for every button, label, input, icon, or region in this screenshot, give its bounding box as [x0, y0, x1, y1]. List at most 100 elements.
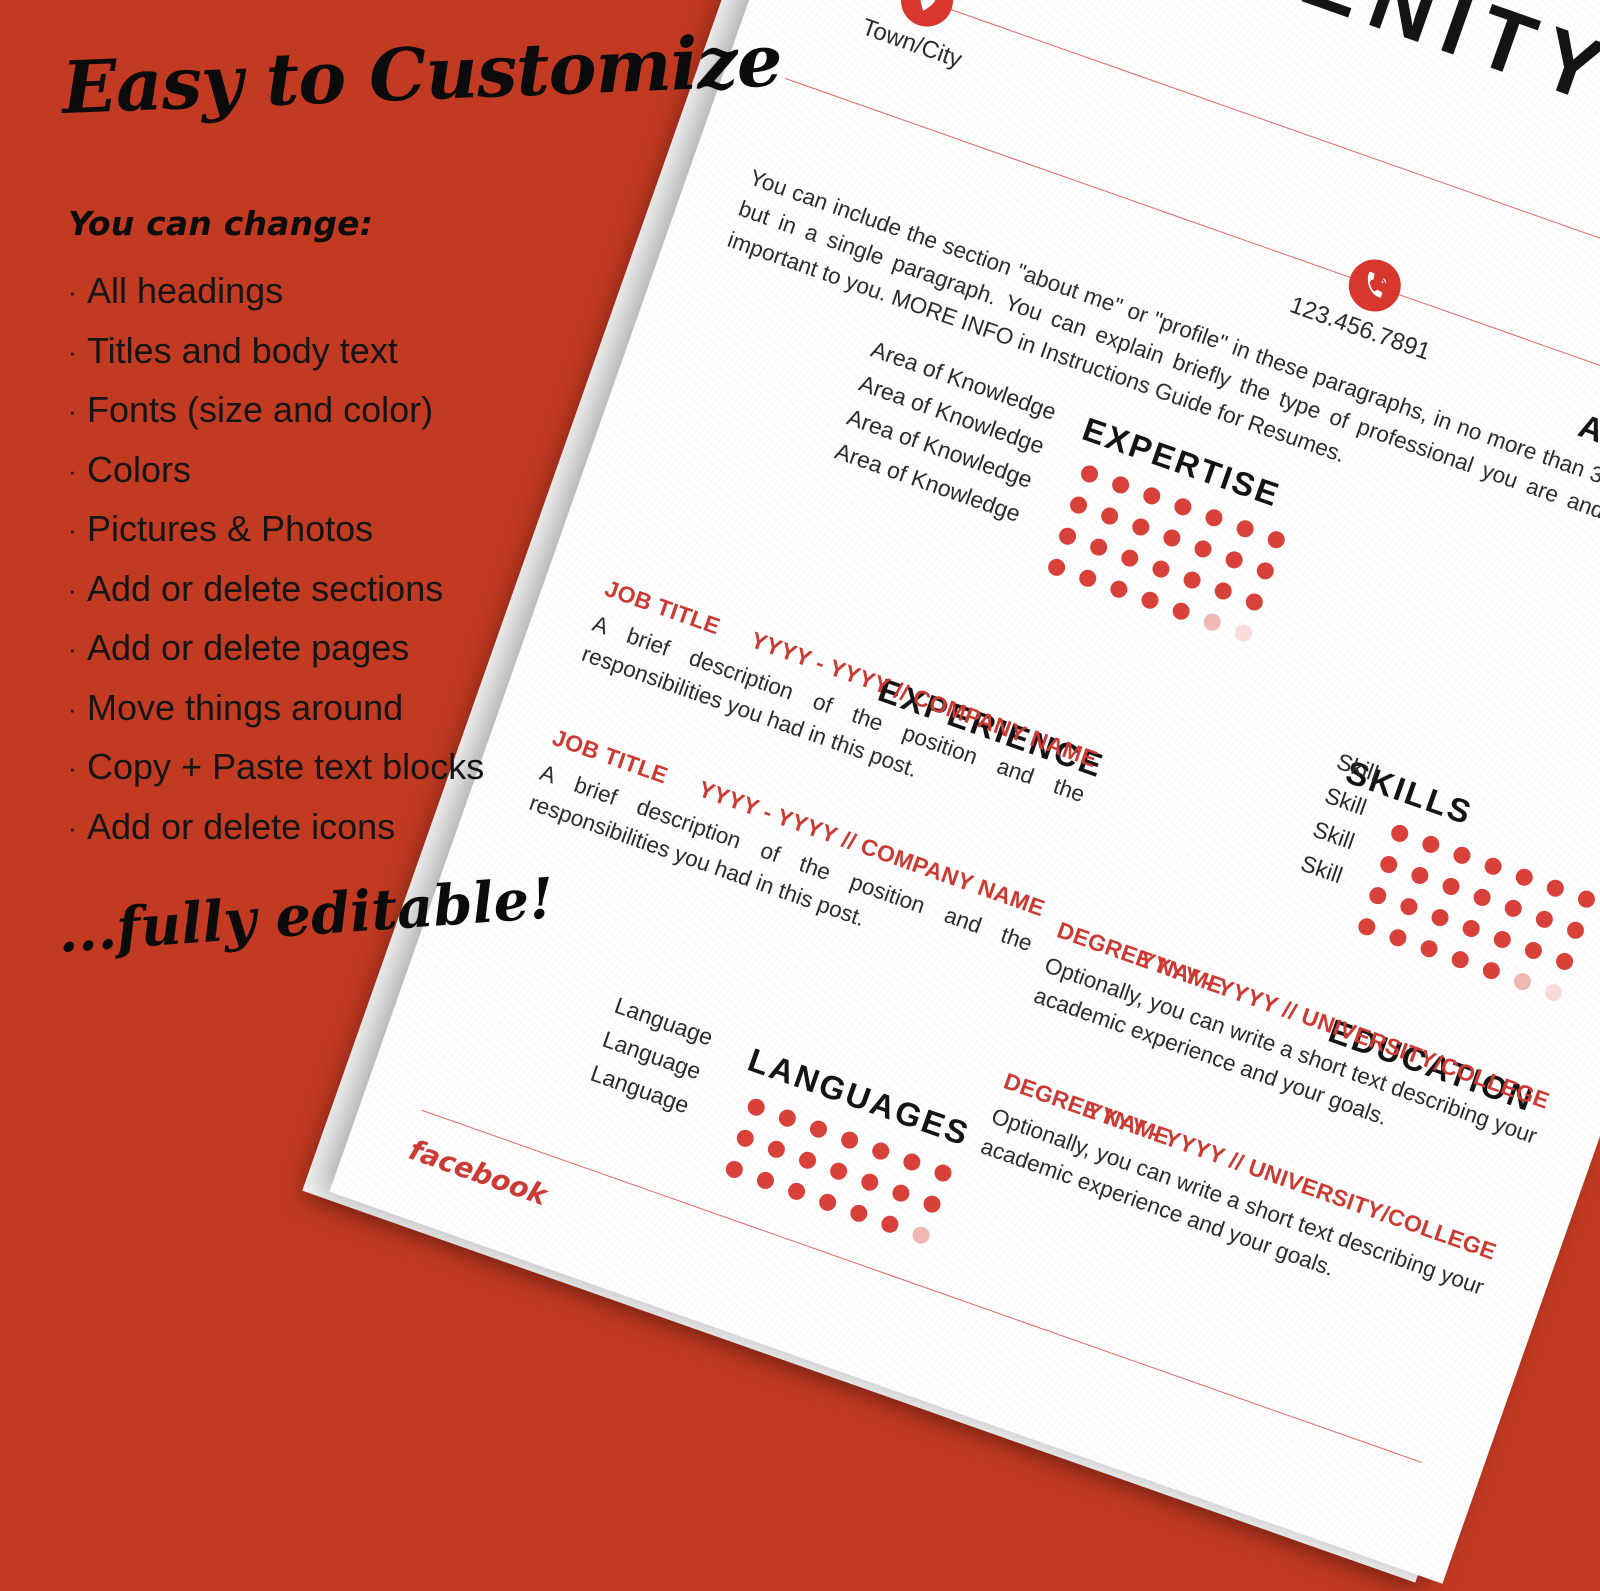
- feature-item: · Add or delete sections: [68, 560, 628, 620]
- rating-dot: [807, 1118, 830, 1140]
- bullet-icon: ·: [68, 396, 77, 426]
- bullet-icon: ·: [68, 812, 77, 843]
- feature-item: · All headings: [68, 262, 628, 322]
- promo-panel: Easy to Customize You can change: · All h…: [0, 0, 783, 1066]
- candidate-name: SERENITY FISH: [1082, 0, 1600, 216]
- rating-dot: [765, 1138, 788, 1161]
- feature-item-label: Titles and body text: [87, 329, 398, 371]
- feature-item: · Fonts (size and color): [68, 381, 628, 441]
- rating-dot: [869, 1140, 892, 1162]
- rating-dot: [1513, 866, 1536, 889]
- rating-dot: [1243, 591, 1266, 613]
- rating-dot: [838, 1129, 861, 1151]
- rating-dot: [1388, 822, 1411, 845]
- rating-dot: [1440, 875, 1462, 898]
- rating-dot: [1161, 527, 1183, 549]
- feature-item: · Add or delete pages: [68, 619, 628, 679]
- feature-item: · Colors: [68, 441, 628, 501]
- rating-dot: [921, 1193, 943, 1215]
- rating-dot: [785, 1180, 808, 1203]
- bullet-icon: ·: [68, 693, 77, 724]
- feature-item: · Titles and body text: [68, 322, 628, 382]
- contact-city-text: Town/City: [858, 13, 966, 74]
- contact-city: Town/City: [858, 0, 985, 74]
- customizable-features-list: · All headings · Titles and body text · Fonts…: [68, 262, 628, 857]
- rating-dot: [1542, 981, 1565, 1004]
- contact-phone: 123.456.7891: [1286, 237, 1453, 367]
- rating-dot: [1192, 538, 1214, 560]
- bullet-icon: ·: [68, 634, 77, 664]
- rating-dot: [1078, 463, 1101, 485]
- rating-dot: [1575, 888, 1598, 911]
- rating-dot: [776, 1107, 799, 1130]
- rating-dot: [910, 1224, 932, 1247]
- skills-rating-grid: [1351, 822, 1598, 1019]
- feature-item-label: All headings: [87, 270, 284, 311]
- bullet-icon: ·: [68, 277, 77, 307]
- rating-dot: [1419, 833, 1442, 856]
- rating-dot: [1045, 556, 1068, 579]
- feature-item-label: Pictures & Photos: [87, 508, 374, 549]
- rating-dot: [1140, 485, 1163, 507]
- rating-dot: [1265, 528, 1288, 551]
- rating-dot: [796, 1149, 819, 1172]
- feature-item-label: Move things around: [87, 686, 404, 728]
- rating-dot: [816, 1191, 839, 1214]
- rating-dot: [1098, 505, 1121, 527]
- rating-dot: [1482, 855, 1504, 878]
- rating-dot: [1522, 939, 1545, 962]
- rating-dot: [1172, 495, 1194, 518]
- rating-dot: [1429, 906, 1451, 929]
- rating-dot: [858, 1171, 881, 1194]
- rating-dot: [1056, 525, 1079, 548]
- rating-dot: [1201, 611, 1224, 633]
- feature-item: · Copy + Paste text blocks: [68, 738, 628, 798]
- rating-dot: [754, 1169, 777, 1192]
- phone-icon: [1342, 252, 1409, 319]
- rating-dot: [1553, 950, 1576, 973]
- rating-dot: [1418, 937, 1440, 960]
- feature-item: · Pictures & Photos: [68, 500, 628, 560]
- rating-dot: [1544, 877, 1567, 900]
- rating-dot: [1223, 549, 1245, 571]
- rating-dot: [1511, 970, 1534, 993]
- rating-dot: [1118, 547, 1141, 569]
- rating-dot: [1451, 844, 1473, 867]
- rating-dot: [1087, 536, 1110, 559]
- rating-dot: [847, 1202, 870, 1225]
- rating-dot: [723, 1158, 746, 1181]
- rating-dot: [1067, 494, 1090, 516]
- promo-headline: Easy to Customize: [60, 17, 784, 130]
- rating-dot: [1387, 926, 1409, 949]
- bullet-icon: ·: [68, 515, 77, 545]
- feature-item-label: Add or delete sections: [87, 567, 444, 609]
- rating-dot: [734, 1127, 757, 1150]
- rating-dot: [1502, 897, 1525, 920]
- rating-dot: [1232, 622, 1255, 644]
- promo-tagline: ...fully editable!: [55, 865, 556, 966]
- rating-dot: [901, 1151, 923, 1173]
- rating-dot: [1366, 884, 1389, 907]
- bullet-icon: ·: [68, 455, 77, 486]
- rating-dot: [1139, 589, 1161, 612]
- rating-dot: [745, 1096, 768, 1119]
- feature-item-label: Colors: [87, 448, 192, 490]
- rating-dot: [1355, 915, 1378, 938]
- rating-dot: [1254, 560, 1277, 582]
- feature-item-label: Add or delete icons: [87, 805, 396, 847]
- bullet-icon: ·: [68, 336, 77, 367]
- rating-dot: [1564, 919, 1587, 942]
- feature-item: · Add or delete icons: [68, 798, 628, 858]
- rating-dot: [1460, 917, 1483, 940]
- rating-dot: [1480, 959, 1503, 982]
- rating-dot: [1533, 908, 1556, 931]
- feature-item-label: Add or delete pages: [87, 627, 410, 668]
- bullet-icon: ·: [68, 753, 77, 783]
- rating-dot: [827, 1160, 850, 1183]
- skills-list: Skill Skill Skill Skill: [1119, 681, 1384, 893]
- rating-dot: [1234, 517, 1256, 540]
- rating-dot: [1377, 853, 1400, 876]
- rating-dot: [932, 1162, 954, 1184]
- rating-dot: [1212, 580, 1235, 602]
- rating-dot: [1449, 948, 1472, 971]
